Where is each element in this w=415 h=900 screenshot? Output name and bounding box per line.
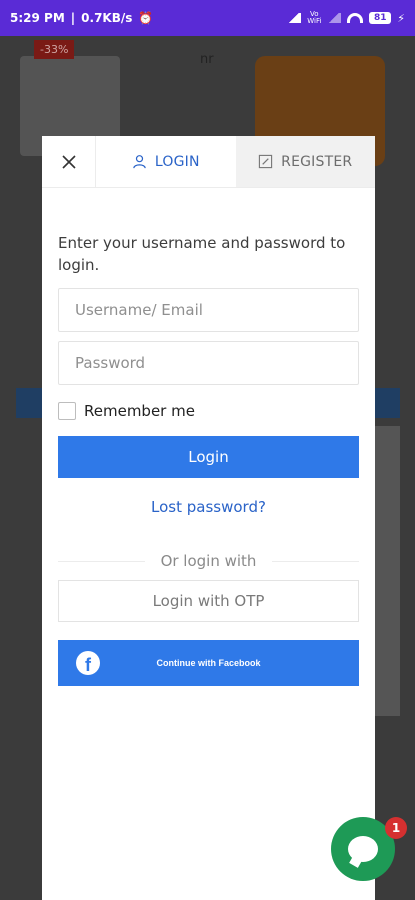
modal-tabs: LOGIN REGISTER — [42, 136, 375, 188]
tab-login-label: LOGIN — [154, 153, 200, 170]
close-button[interactable] — [42, 136, 96, 187]
close-icon — [61, 154, 76, 169]
login-modal: LOGIN REGISTER Enter your username and p… — [42, 136, 375, 900]
vowifi-label: Vo WiFi — [307, 10, 322, 25]
login-button[interactable]: Login — [58, 436, 359, 478]
login-intro-text: Enter your username and password to logi… — [58, 234, 346, 274]
signal-icon — [287, 13, 302, 23]
facebook-login-button[interactable]: f Continue with Facebook — [58, 640, 359, 686]
tab-login[interactable]: LOGIN — [96, 136, 236, 187]
password-input[interactable] — [58, 341, 359, 385]
facebook-icon: f — [76, 651, 100, 675]
or-login-with-divider: Or login with — [58, 552, 359, 570]
remember-me-checkbox[interactable] — [58, 402, 76, 420]
remember-me-row: Remember me — [58, 402, 359, 420]
facebook-button-label: Continue with Facebook — [156, 658, 261, 668]
edit-icon — [259, 154, 273, 169]
battery-icon: 81 — [369, 12, 392, 24]
background-panel — [375, 426, 400, 716]
wifi-icon — [347, 13, 364, 23]
status-time: 5:29 PM — [10, 11, 65, 25]
background-text: nr — [200, 52, 214, 67]
tab-register-label: REGISTER — [281, 153, 353, 170]
lost-password-link[interactable]: Lost password? — [58, 498, 359, 516]
network-speed: 0.7KB/s — [81, 11, 133, 25]
alarm-icon: ⏰ — [138, 11, 154, 25]
username-input[interactable] — [58, 288, 359, 332]
or-login-with-text: Or login with — [160, 552, 257, 570]
chat-notification-badge: 1 — [385, 817, 407, 839]
user-icon — [133, 155, 146, 169]
login-otp-button[interactable]: Login with OTP — [58, 580, 359, 622]
tab-register[interactable]: REGISTER — [235, 136, 375, 187]
chat-bubble-icon — [348, 836, 378, 862]
discount-badge: -33% — [34, 40, 75, 59]
charging-icon: ⚡ — [397, 11, 405, 25]
signal-icon-2 — [327, 13, 342, 23]
login-form: Enter your username and password to logi… — [42, 188, 375, 686]
remember-me-label: Remember me — [84, 402, 195, 420]
status-bar: 5:29 PM | 0.7KB/s ⏰ Vo WiFi 81 ⚡ — [0, 0, 415, 36]
